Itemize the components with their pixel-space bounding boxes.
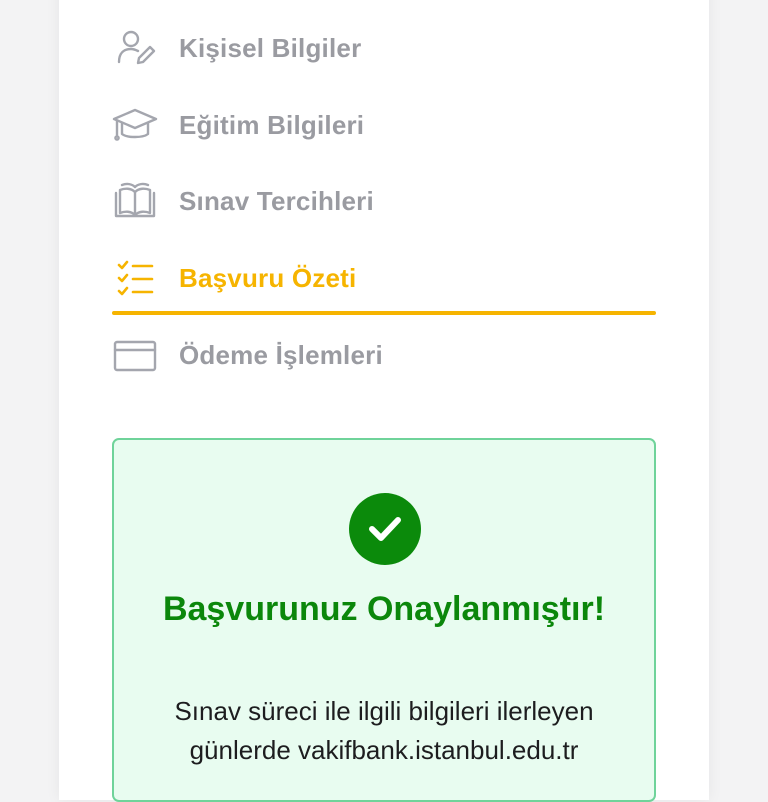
success-line-1: Sınav süreci ile ilgili bilgileri ilerle… [174,696,594,726]
graduation-cap-icon [112,102,158,148]
credit-card-icon [112,332,158,378]
active-step-underline [112,311,656,315]
checklist-icon [112,255,158,301]
step-label: Ödeme İşlemleri [179,339,383,370]
success-message-box: Başvurunuz Onaylanmıştır! Sınav süreci i… [112,438,656,802]
open-book-icon [112,178,158,224]
step-label: Eğitim Bilgileri [179,109,365,140]
success-description: Sınav süreci ile ilgili bilgileri ilerle… [114,692,654,770]
check-circle-icon [349,493,421,565]
step-label: Sınav Tercihleri [179,185,374,216]
step-education-info[interactable]: Eğitim Bilgileri [112,95,656,155]
success-line-2: günlerde vakifbank.istanbul.edu.tr [189,735,579,765]
step-payment[interactable]: Ödeme İşlemleri [112,325,656,385]
success-title: Başvurunuz Onaylanmıştır! [162,590,606,628]
step-personal-info[interactable]: Kişisel Bilgiler [112,18,656,78]
step-exam-preferences[interactable]: Sınav Tercihleri [112,171,656,231]
step-label: Başvuru Özeti [179,262,357,293]
step-label: Kişisel Bilgiler [179,32,362,63]
step-application-summary[interactable]: Başvuru Özeti [112,248,656,308]
user-edit-icon [112,25,158,71]
